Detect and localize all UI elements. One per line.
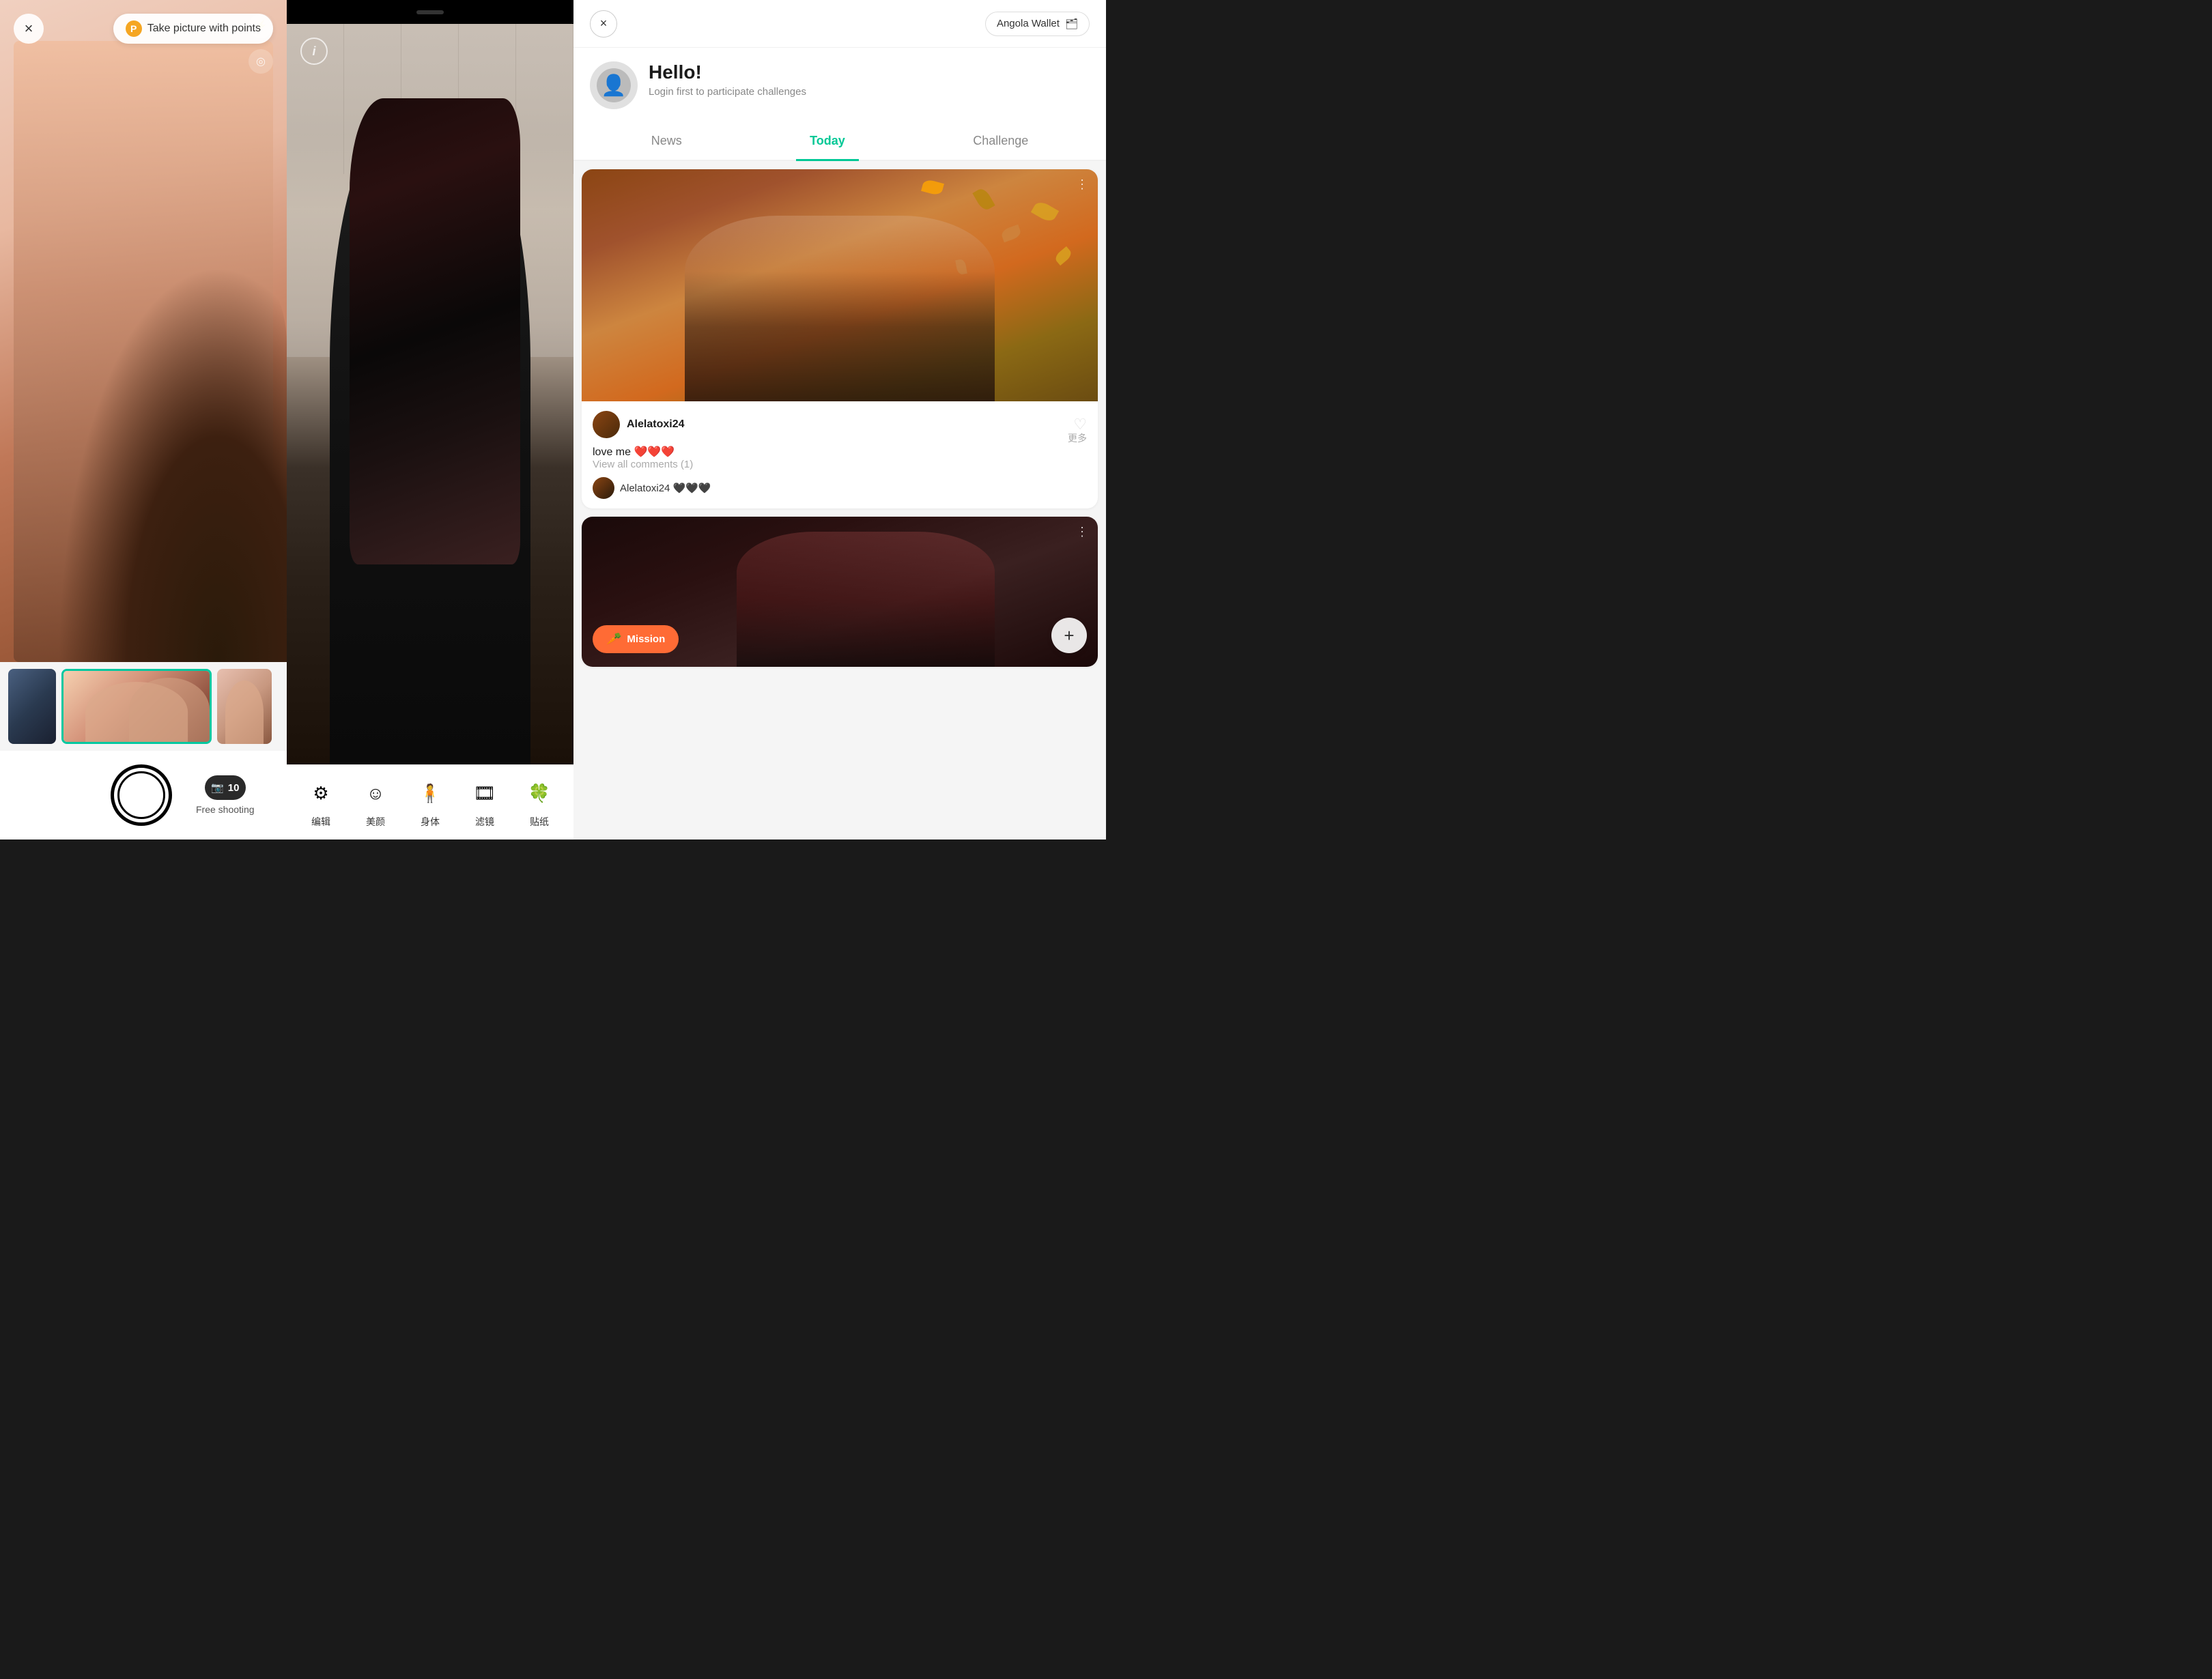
thumbnail-strip — [0, 662, 287, 751]
feed-img-bg-1 — [582, 169, 1098, 401]
cam-top-bar — [287, 0, 573, 24]
wallet-icon: 🗂 — [1065, 18, 1078, 30]
edit-label: 编辑 — [311, 815, 330, 829]
tab-challenge[interactable]: Challenge — [959, 123, 1042, 161]
profile-section: 👤 Hello! Login first to participate chal… — [573, 48, 1106, 123]
panel-right: × Angola Wallet 🗂 👤 Hello! Login first t… — [573, 0, 1106, 840]
toolbar-filter[interactable]: 🎞 滤镜 — [464, 777, 505, 829]
close-button[interactable]: × — [14, 14, 44, 44]
comment-avatar-1 — [593, 477, 614, 499]
fab-button[interactable]: + — [1051, 618, 1087, 653]
body-icon: 🧍 — [413, 777, 447, 811]
fab-icon: + — [1064, 625, 1074, 646]
camera-icon: 📷 — [211, 781, 224, 794]
avatar-icon: 👤 — [597, 68, 631, 102]
feed-card-2: ⋮ 🥕 Mission + — [582, 517, 1098, 667]
beauty-icon: ☺ — [358, 777, 393, 811]
free-shooting-label: Free shooting — [196, 804, 255, 815]
feed-more-1[interactable]: 更多 — [1068, 431, 1087, 445]
free-shooting-count: 10 — [228, 782, 240, 794]
avatar: 👤 — [590, 61, 638, 109]
shutter-inner — [117, 771, 165, 819]
toolbar-body[interactable]: 🧍 身体 — [410, 777, 451, 829]
card1-more-dots[interactable]: ⋮ — [1076, 177, 1090, 192]
profile-hello: Hello! — [649, 61, 806, 83]
cam-photo-bg — [287, 24, 573, 764]
profile-subtitle: Login first to participate challenges — [649, 86, 806, 98]
thumbnail-2[interactable] — [61, 669, 212, 744]
feed-user-row-1: Alelatoxi24 ♡ — [593, 411, 1087, 438]
wallet-button[interactable]: Angola Wallet 🗂 — [985, 12, 1090, 36]
filter-icon[interactable]: ◎ — [249, 49, 273, 74]
mission-button[interactable]: 🥕 Mission — [593, 625, 679, 653]
tab-news[interactable]: News — [638, 123, 696, 161]
points-badge-label: Take picture with points — [147, 23, 261, 35]
filter-label: 滤镜 — [475, 815, 494, 829]
tabs-row: News Today Challenge — [573, 123, 1106, 161]
card2-more-dots[interactable]: ⋮ — [1076, 525, 1090, 539]
feed-caption-area-1: love me ❤️❤️❤️ 更多 — [593, 445, 1087, 459]
feed-comment-text-1: Alelatoxi24 🖤🖤🖤 — [620, 482, 711, 494]
free-shooting-button[interactable]: 📷 10 Free shooting — [196, 775, 255, 815]
feed-caption-1: love me ❤️❤️❤️ — [593, 446, 675, 458]
sticker-label: 贴纸 — [530, 815, 549, 829]
shutter-button[interactable] — [111, 764, 172, 826]
view-comments-1[interactable]: View all comments (1) — [593, 459, 1087, 470]
cam-notch — [416, 10, 444, 14]
free-shooting-icon: 📷 10 — [205, 775, 246, 800]
left-header: × P Take picture with points — [0, 14, 287, 44]
mission-label: Mission — [627, 633, 665, 645]
wallet-label: Angola Wallet — [997, 18, 1060, 29]
body-label: 身体 — [421, 815, 440, 829]
right-header: × Angola Wallet 🗂 — [573, 0, 1106, 48]
feed-scroll[interactable]: ⋮ Alelatoxi24 ♡ love me ❤️❤️❤️ 更多 View a… — [573, 161, 1106, 840]
panel-mid: i ⚙ 编辑 ☺ 美颜 🧍 身体 🎞 滤镜 🍀 贴纸 — [287, 0, 573, 840]
camera-controls: 📷 10 Free shooting — [0, 751, 287, 840]
feed-comment-row-1: Alelatoxi24 🖤🖤🖤 — [593, 477, 1087, 499]
main-photo-area: ⚡ ◎ — [0, 0, 287, 662]
toolbar-beauty[interactable]: ☺ 美颜 — [355, 777, 396, 829]
filter-icon: 🎞 — [468, 777, 502, 811]
person-figure — [330, 98, 530, 765]
person-hair — [350, 98, 520, 565]
thumbnail-3[interactable] — [217, 669, 272, 744]
points-badge[interactable]: P Take picture with points — [113, 14, 273, 44]
points-icon: P — [126, 20, 142, 37]
info-button[interactable]: i — [300, 38, 328, 65]
tab-today[interactable]: Today — [796, 123, 859, 161]
feed-card-1-image: ⋮ — [582, 169, 1098, 401]
sticker-icon: 🍀 — [522, 777, 556, 811]
feed-card-1: ⋮ Alelatoxi24 ♡ love me ❤️❤️❤️ 更多 View a… — [582, 169, 1098, 508]
feed-username-1[interactable]: Alelatoxi24 — [627, 418, 684, 431]
profile-text: Hello! Login first to participate challe… — [649, 61, 806, 98]
panel-left: × P Take picture with points ⚡ ◎ — [0, 0, 287, 840]
carrot-icon: 🥕 — [606, 632, 621, 646]
cam-photo-area: i — [287, 24, 573, 764]
main-photo: ⚡ ◎ — [0, 0, 287, 662]
feed-card-1-body: Alelatoxi24 ♡ love me ❤️❤️❤️ 更多 View all… — [582, 401, 1098, 508]
curtain-line-5 — [516, 24, 573, 174]
toolbar-sticker[interactable]: 🍀 贴纸 — [519, 777, 560, 829]
beauty-label: 美颜 — [366, 815, 385, 829]
feed-avatar-1 — [593, 411, 620, 438]
hair-overlay — [57, 265, 287, 662]
cam-bottom-toolbar: ⚙ 编辑 ☺ 美颜 🧍 身体 🎞 滤镜 🍀 贴纸 — [287, 764, 573, 840]
thumbnail-1[interactable] — [8, 669, 56, 744]
toolbar-edit[interactable]: ⚙ 编辑 — [300, 777, 341, 829]
right-close-button[interactable]: × — [590, 10, 617, 38]
edit-icon: ⚙ — [304, 777, 338, 811]
feed-user-info-1: Alelatoxi24 — [593, 411, 684, 438]
